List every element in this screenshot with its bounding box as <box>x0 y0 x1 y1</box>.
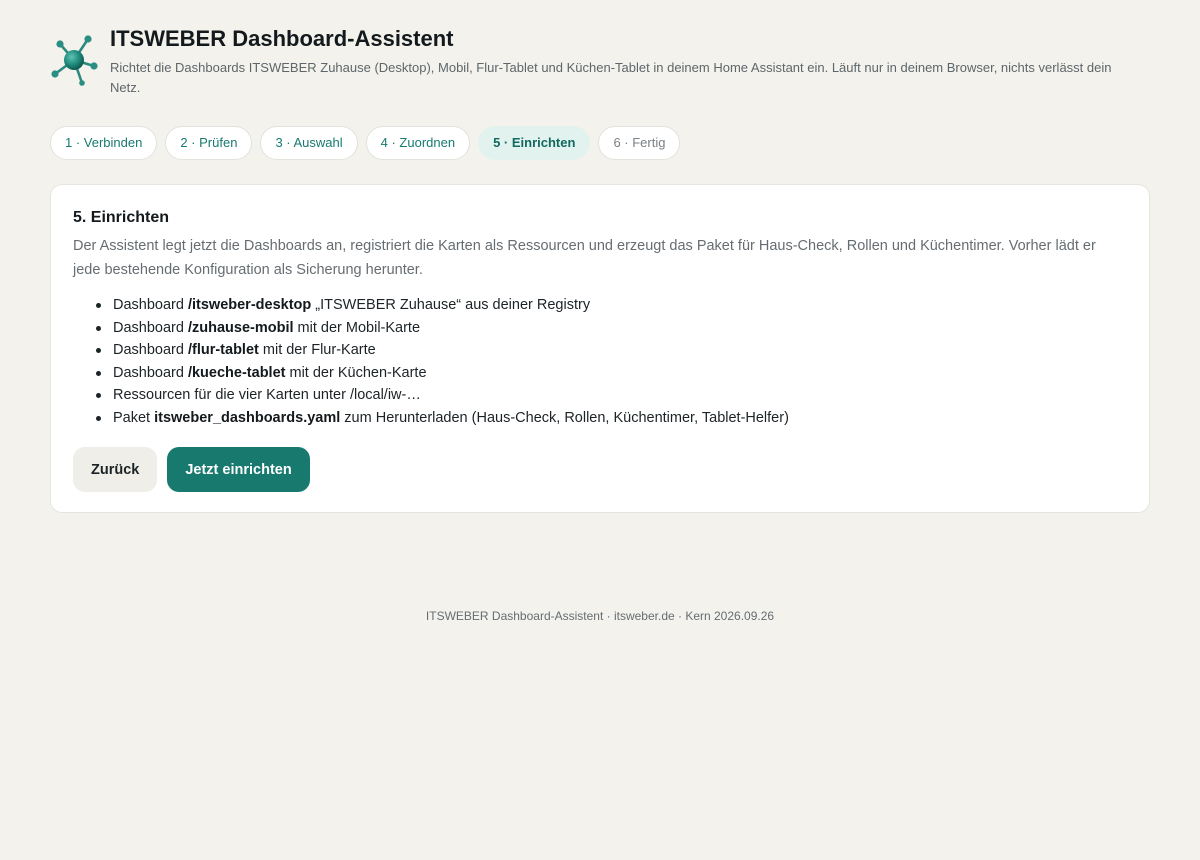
step-fertig[interactable]: 6 · Fertig <box>598 126 681 160</box>
setup-card: 5. Einrichten Der Assistent legt jetzt d… <box>50 184 1150 513</box>
setup-items-list: Dashboard /itsweber-desktop „ITSWEBER Zu… <box>73 294 1127 430</box>
molecule-network-icon <box>51 35 98 86</box>
app-header: ITSWEBER Dashboard-Assistent Richtet die… <box>50 24 1150 98</box>
list-item: Paket itsweber_dashboards.yaml zum Herun… <box>73 407 1127 430</box>
setup-now-button[interactable]: Jetzt einrichten <box>167 447 310 492</box>
step-zuordnen[interactable]: 4 · Zuordnen <box>365 126 471 160</box>
back-button[interactable]: Zurück <box>73 447 158 492</box>
app-title: ITSWEBER Dashboard-Assistent <box>110 26 454 51</box>
list-item: Dashboard /flur-tablet mit der Flur-Kart… <box>73 339 1127 362</box>
list-item: Dashboard /kueche-tablet mit der Küchen-… <box>73 362 1127 385</box>
app-subtitle: Richtet die Dashboards ITSWEBER Zuhause … <box>110 60 1112 95</box>
list-item: Dashboard /zuhause-mobil mit der Mobil-K… <box>73 317 1127 340</box>
card-description: Der Assistent legt jetzt die Dashboards … <box>73 238 1096 278</box>
wizard-steps: 1 · Verbinden 2 · Prüfen 3 · Auswahl 4 ·… <box>50 126 681 160</box>
list-item: Ressourcen für die vier Karten unter /lo… <box>73 384 1127 407</box>
step-verbinden[interactable]: 1 · Verbinden <box>50 126 158 160</box>
action-buttons: Zurück Jetzt einrichten <box>73 447 310 492</box>
step-pruefen[interactable]: 2 · Prüfen <box>165 126 253 160</box>
list-item: Dashboard /itsweber-desktop „ITSWEBER Zu… <box>73 294 1127 317</box>
card-title: 5. Einrichten <box>73 209 170 226</box>
footer-text: ITSWEBER Dashboard-Assistent · itsweber.… <box>425 609 775 623</box>
step-auswahl[interactable]: 3 · Auswahl <box>260 126 358 160</box>
step-einrichten[interactable]: 5 · Einrichten <box>478 126 591 160</box>
